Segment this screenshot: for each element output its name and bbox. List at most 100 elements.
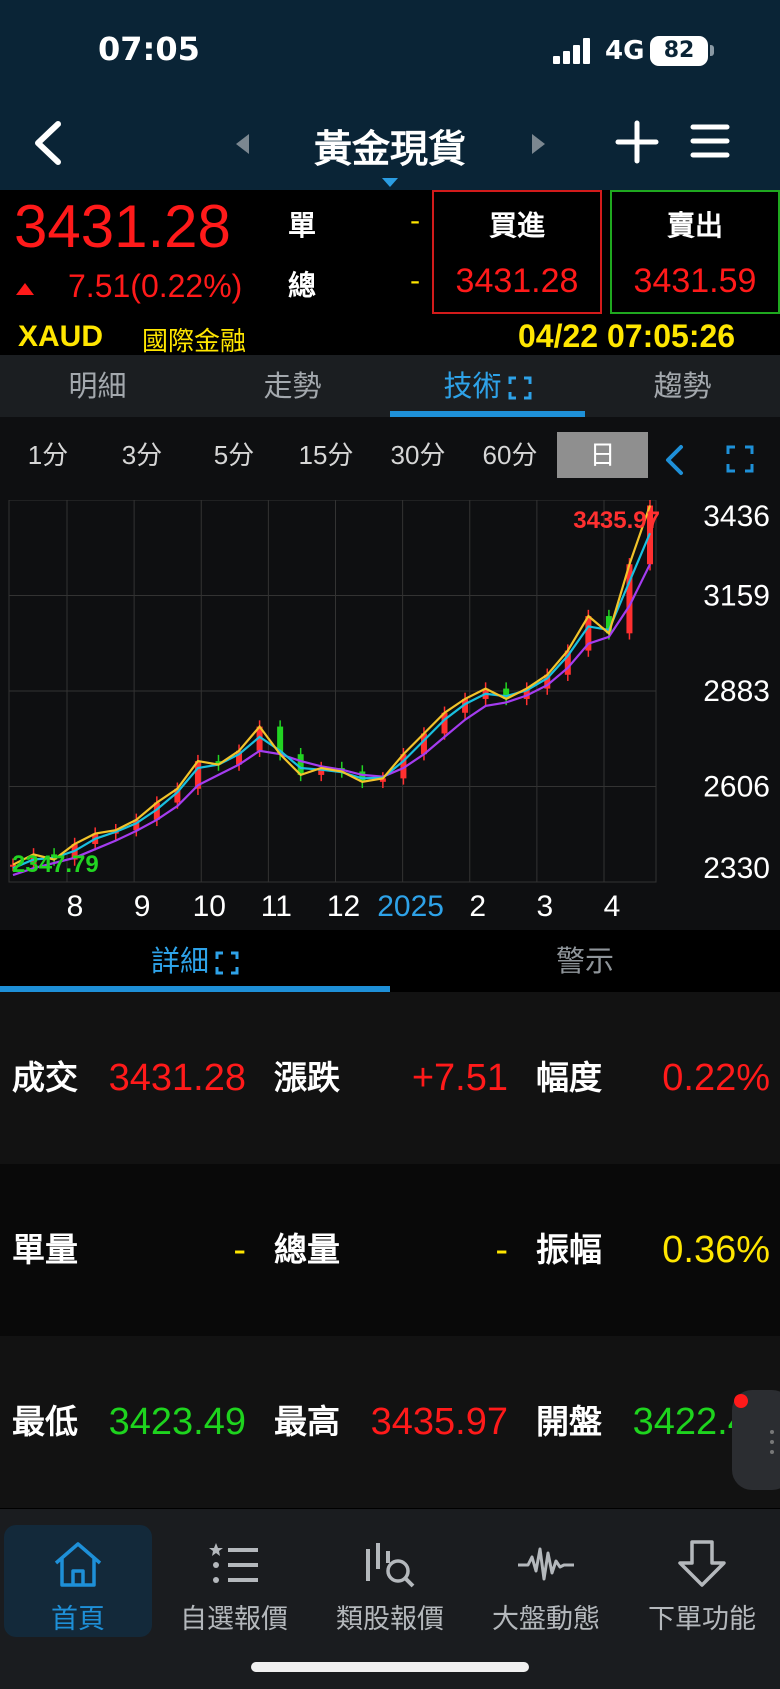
detail-label: 最高	[274, 1402, 340, 1441]
page-title[interactable]: 黃金現貨	[290, 118, 490, 173]
detail-row: 成交 3431.28 漲跌 +7.51 幅度 0.22%	[0, 992, 780, 1164]
detail-value: 3435.97	[370, 1401, 508, 1443]
detail-value: 3423.49	[108, 1401, 246, 1443]
series-line	[12, 532, 652, 870]
period-5min[interactable]: 5分	[192, 432, 276, 478]
tab-trend[interactable]: 趨勢	[585, 355, 780, 417]
order-arrow-icon	[678, 1540, 726, 1587]
total-volume-label: 總	[288, 269, 317, 302]
battery-icon: 82	[650, 36, 708, 66]
period-1min[interactable]: 1分	[8, 432, 88, 478]
detail-row: 單量 - 總量 - 振幅 0.36%	[0, 1164, 780, 1336]
period-15min[interactable]: 15分	[284, 432, 368, 478]
expand-icon	[215, 951, 239, 975]
tab-intraday[interactable]: 走勢	[195, 355, 390, 417]
chart-panel: 1分 3分 5分 15分 30分 60分 日 3436 3159 2883 2606 2…	[0, 417, 780, 930]
market-name: 國際金融	[142, 327, 247, 357]
price-change: 7.51(0.22%)	[68, 268, 243, 304]
detail-row: 最低 3423.49 最高 3435.97 開盤 3422.42	[0, 1336, 780, 1508]
detail-label: 振幅	[536, 1230, 602, 1269]
sell-button[interactable]: 賣出 3431.59	[610, 190, 780, 314]
min-price-label: 2347.79	[12, 851, 99, 878]
x-tick-label: 4	[604, 890, 621, 923]
main-tabs: 明細 走勢 技術 趨勢	[0, 355, 780, 417]
x-tick-label: 8	[67, 890, 84, 923]
detail-label: 幅度	[536, 1058, 602, 1097]
list-star-icon	[209, 1543, 258, 1583]
y-tick-label: 3159	[703, 580, 770, 613]
nav-market[interactable]: 大盤動態	[472, 1525, 620, 1637]
sell-label: 賣出	[666, 209, 723, 242]
detail-value: 0.22%	[662, 1057, 770, 1099]
chevron-left-icon[interactable]	[662, 443, 686, 477]
y-tick-label: 3436	[703, 500, 770, 533]
signal-icon	[553, 38, 593, 64]
menu-icon[interactable]	[690, 122, 730, 160]
chart-candles	[10, 500, 653, 871]
quote-time: 04/22 07:05:26	[518, 318, 736, 354]
detail-label: 單量	[12, 1230, 78, 1269]
up-arrow-icon	[16, 283, 34, 295]
nav-sector[interactable]: 類股報價	[316, 1525, 464, 1637]
next-symbol-icon[interactable]	[532, 134, 545, 154]
series-line	[12, 505, 652, 866]
period-3min[interactable]: 3分	[100, 432, 184, 478]
max-price-label: 3435.97	[573, 507, 660, 534]
detail-label: 總量	[274, 1230, 340, 1269]
single-volume-label: 單	[288, 209, 317, 242]
detail-value: +7.51	[411, 1057, 508, 1099]
nav-bar: 黃金現貨	[0, 100, 780, 190]
x-tick-label: 12	[327, 890, 360, 923]
period-30min[interactable]: 30分	[376, 432, 460, 478]
pulse-icon	[518, 1547, 574, 1581]
nav-home[interactable]: 首頁	[4, 1525, 152, 1637]
detail-label: 開盤	[536, 1402, 602, 1441]
buy-price: 3431.28	[455, 262, 579, 300]
x-tick-label: 2	[469, 890, 486, 923]
add-icon[interactable]	[615, 120, 659, 164]
last-price: 3431.28	[14, 193, 231, 260]
nav-order[interactable]: 下單功能	[628, 1525, 776, 1637]
nav-watchlist[interactable]: 自選報價	[160, 1525, 308, 1637]
chart-grid	[8, 500, 657, 883]
single-volume-value: -	[410, 204, 421, 237]
total-volume-value: -	[410, 264, 421, 297]
price-chart[interactable]: 3436 3159 2883 2606 2330 8 9 10 11 12 2025 2 3 4 3435.…	[0, 500, 780, 930]
period-60min[interactable]: 60分	[468, 432, 552, 478]
status-bar: 07:05 4G 82	[0, 0, 780, 100]
chart-lines	[12, 505, 652, 877]
detail-label: 漲跌	[274, 1058, 340, 1097]
detail-label: 成交	[12, 1058, 78, 1097]
detail-label: 最低	[12, 1402, 78, 1441]
y-tick-label: 2330	[703, 852, 770, 885]
series-line	[12, 563, 651, 877]
notification-dot	[734, 1394, 748, 1408]
y-tick-label: 2606	[703, 771, 770, 804]
sell-price: 3431.59	[633, 262, 757, 300]
title-dropdown-icon	[382, 178, 398, 187]
back-icon[interactable]	[26, 118, 72, 168]
buy-label: 買進	[488, 209, 545, 242]
quote-panel: 3431.28 7.51(0.22%) 單 - 總 - 買進 3431.28 賣…	[0, 190, 780, 357]
battery-tip	[710, 45, 714, 56]
tab-alerts[interactable]: 警示	[390, 930, 780, 992]
detail-value: 0.36%	[662, 1229, 770, 1271]
detail-tabs: 詳細 警示	[0, 930, 780, 992]
tab-technical[interactable]: 技術	[390, 355, 585, 417]
tab-details[interactable]: 詳細	[0, 930, 390, 992]
expand-icon	[508, 376, 531, 400]
detail-value: -	[495, 1229, 508, 1271]
sector-search-icon	[366, 1543, 415, 1588]
status-time: 07:05	[98, 30, 200, 68]
period-day[interactable]: 日	[557, 432, 648, 478]
prev-symbol-icon[interactable]	[236, 134, 249, 154]
network-type: 4G	[605, 36, 645, 66]
x-tick-label: 2025	[377, 890, 444, 923]
detail-value: -	[233, 1229, 246, 1271]
home-indicator	[251, 1662, 529, 1672]
buy-button[interactable]: 買進 3431.28	[432, 190, 602, 314]
x-tick-label: 10	[193, 890, 226, 923]
tab-detail[interactable]: 明細	[0, 355, 195, 417]
x-tick-label: 3	[537, 890, 554, 923]
fullscreen-icon[interactable]	[726, 445, 754, 473]
